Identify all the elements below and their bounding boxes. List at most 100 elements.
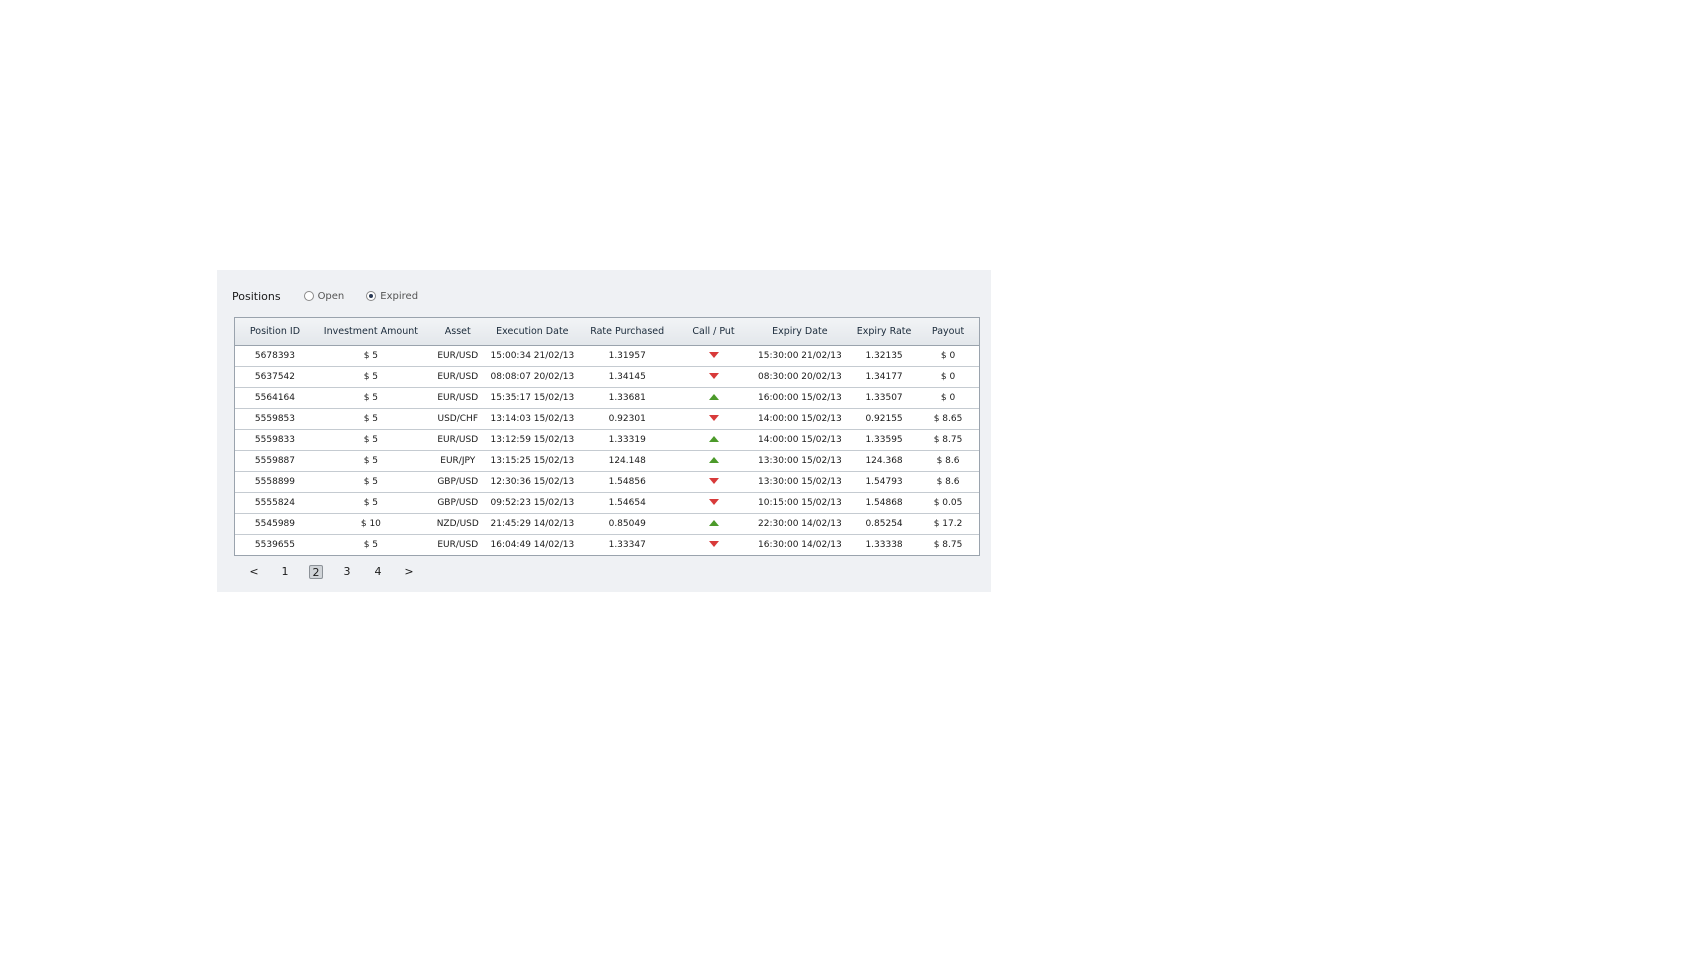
expiry-date-cell: 22:30:00 14/02/13 (748, 513, 852, 535)
rate-purchased-cell: 124.148 (576, 450, 679, 472)
position-id-cell: 5545989 (235, 513, 315, 535)
table-row: 5559853 $ 5 USD/CHF 13:14:03 15/02/13 0.9230… (235, 408, 979, 430)
expiry-rate-cell: 1.33338 (851, 534, 918, 555)
position-id-cell: 5559833 (235, 429, 315, 451)
table-row: 5555824 $ 5 GBP/USD 09:52:23 15/02/13 1.5465… (235, 492, 979, 514)
expired-radio[interactable] (366, 291, 377, 301)
position-id-cell: 5564164 (235, 387, 315, 409)
open-radio-label[interactable]: Open (318, 291, 345, 302)
rate-purchased-cell: 1.33681 (576, 387, 679, 409)
expiry-rate-cell: 1.54868 (851, 492, 918, 514)
call-arrow-up-icon (708, 436, 719, 442)
position-id-cell: 5559887 (235, 450, 315, 472)
asset-cell: EUR/USD (426, 387, 489, 409)
call-put-cell (678, 534, 749, 555)
expiry-rate-cell: 1.32135 (865, 351, 903, 361)
execution-date-cell: 15:00:34 21/02/13 (490, 351, 575, 361)
payout-cell: $ 0.05 (917, 492, 979, 514)
filter-open-option[interactable]: Open (303, 291, 345, 302)
call-put-cell (678, 387, 749, 409)
expired-radio-label[interactable]: Expired (380, 291, 418, 302)
expiry-date-cell: 16:00:00 15/02/13 (748, 387, 852, 409)
table-row: 5558899 $ 5 GBP/USD 12:30:36 15/02/13 1.5485… (235, 471, 979, 493)
expiry-rate-cell: 0.85254 (851, 513, 918, 535)
expiry-date-cell: 14:00:00 15/02/13 (748, 408, 852, 430)
payout-cell: $ 8.6 (917, 471, 979, 493)
pagination: <1 2 3 4 > (247, 564, 433, 580)
call-put-cell (678, 513, 749, 535)
table-header-row: Position ID Investment Amount Asset Executi… (235, 318, 979, 346)
pagination-next-button[interactable]: > (402, 565, 416, 579)
position-id-cell: 5539655 (235, 534, 315, 555)
call-put-cell (678, 429, 749, 451)
investment-amount-cell: $ 5 (314, 366, 427, 388)
column-header: Asset (426, 318, 489, 346)
execution-date-cell: 09:52:23 15/02/13 (488, 492, 577, 514)
column-header: Execution Date (488, 318, 577, 346)
put-arrow-down-icon (708, 478, 719, 484)
execution-date-cell: 21:45:29 14/02/13 (488, 513, 577, 535)
pagination-page-4[interactable]: 4 (371, 565, 385, 579)
panel-title: Positions (232, 289, 281, 303)
payout-cell: $ 0 (917, 387, 979, 409)
call-arrow-up-icon (708, 457, 719, 463)
execution-date-cell: 15:35:17 15/02/13 (488, 387, 577, 409)
rate-purchased-cell: 0.85049 (576, 513, 679, 535)
execution-date-cell: 13:14:03 15/02/13 (488, 408, 577, 430)
positions-header: Positions Open Expired (232, 287, 440, 305)
filter-expired-option[interactable]: Expired (366, 291, 418, 302)
execution-date-cell: 13:12:59 15/02/13 (488, 429, 577, 451)
expiry-date-cell: 10:15:00 15/02/13 (748, 492, 852, 514)
put-arrow-down-icon (708, 352, 719, 358)
payout-cell: $ 8.75 (917, 429, 979, 451)
column-header: Expiry Date (748, 318, 852, 346)
asset-cell: EUR/USD (426, 366, 489, 388)
payout-cell: $ 17.2 (917, 513, 979, 535)
table-row: 5545989 $ 10 NZD/USD 21:45:29 14/02/13 0.850… (235, 513, 979, 535)
put-arrow-down-icon (708, 499, 719, 505)
expiry-date-cell: 13:30:00 15/02/13 (748, 450, 852, 472)
call-arrow-up-icon (708, 520, 719, 526)
position-id-cell: 5637542 (235, 366, 315, 388)
table-row: 5637542 $ 5 EUR/USD 08:08:07 20/02/13 1.3414… (235, 366, 979, 388)
expiry-rate-cell: 1.34177 (851, 366, 918, 388)
open-radio[interactable] (303, 291, 314, 301)
expiry-date-cell: 08:30:00 20/02/13 (748, 366, 852, 388)
positions-panel: Positions Open Expired Position ID Inves… (217, 270, 991, 592)
expiry-rate-cell: 1.33507 (851, 387, 918, 409)
execution-date-cell: 16:04:49 14/02/13 (488, 534, 577, 555)
expiry-date-cell: 15:30:00 21/02/13 (758, 351, 842, 361)
pagination-prev-button[interactable]: < (247, 565, 261, 579)
rate-purchased-cell: 0.92301 (576, 408, 679, 430)
call-put-cell (678, 492, 749, 514)
pagination-page-3[interactable]: 3 (340, 565, 354, 579)
investment-amount-cell: $ 5 (314, 387, 427, 409)
call-arrow-up-icon (708, 394, 719, 400)
investment-amount-cell: $ 10 (314, 513, 427, 535)
rate-purchased-cell: 1.31957 (608, 351, 646, 361)
asset-cell: GBP/USD (426, 471, 489, 493)
pagination-page-1[interactable]: 1 (278, 565, 292, 579)
execution-date-cell: 08:08:07 20/02/13 (488, 366, 577, 388)
asset-cell: EUR/JPY (426, 450, 489, 472)
expiry-date-cell: 16:30:00 14/02/13 (748, 534, 852, 555)
column-header: Call / Put (678, 318, 749, 346)
pagination-page-2[interactable]: 2 (309, 565, 323, 579)
payout-cell: $ 8.65 (917, 408, 979, 430)
asset-cell: GBP/USD (426, 492, 489, 514)
execution-date-cell: 13:15:25 15/02/13 (488, 450, 577, 472)
table-row: 5678393 $ 5 EUR/USD 15:00:34 21/02/13 1.3195… (235, 346, 979, 367)
rate-purchased-cell: 1.33347 (576, 534, 679, 555)
column-header: Expiry Rate (851, 318, 918, 346)
asset-cell: USD/CHF (426, 408, 489, 430)
table-row: 5559833 $ 5 EUR/USD 13:12:59 15/02/13 1.3331… (235, 429, 979, 451)
column-header: Rate Purchased (576, 318, 679, 346)
expiry-date-cell: 14:00:00 15/02/13 (748, 429, 852, 451)
payout-cell: $ 0 (940, 351, 956, 361)
payout-cell: $ 8.75 (917, 534, 979, 555)
investment-amount-cell: $ 5 (314, 471, 427, 493)
rate-purchased-cell: 1.54654 (576, 492, 679, 514)
table-row: 5539655 $ 5 EUR/USD 16:04:49 14/02/13 1.3334… (235, 534, 979, 555)
asset-cell: EUR/USD (426, 429, 489, 451)
put-arrow-down-icon (708, 541, 719, 547)
